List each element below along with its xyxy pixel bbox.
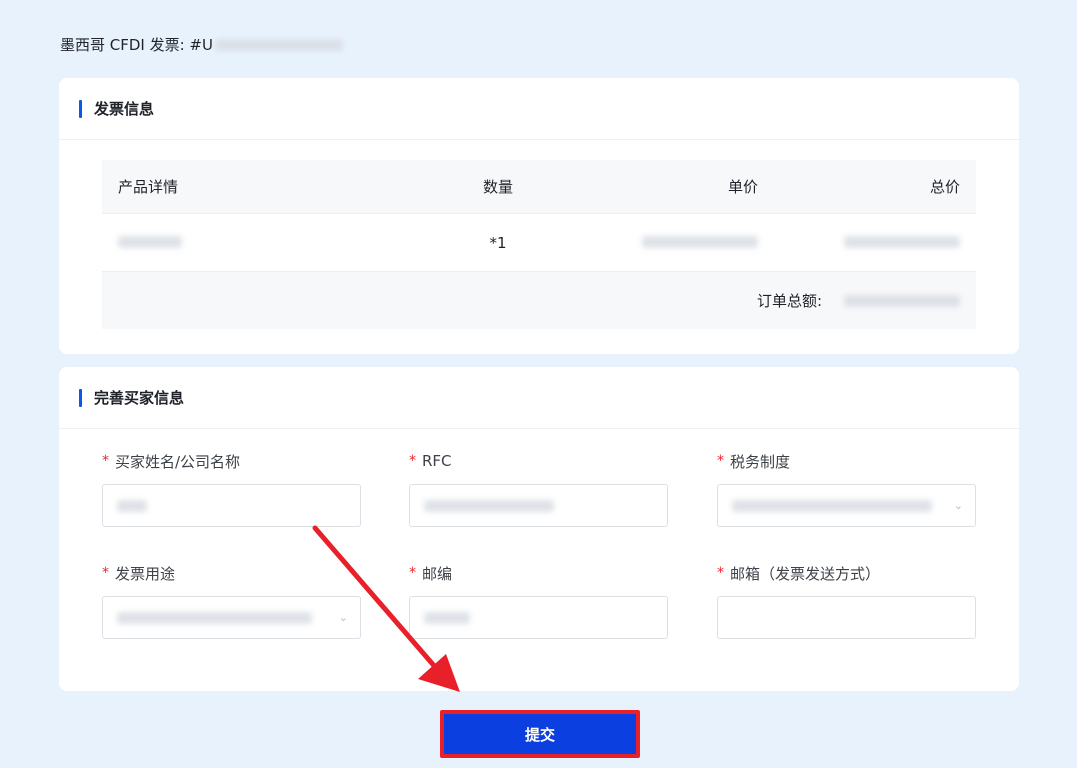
postal-code-label: 邮编 <box>422 564 453 583</box>
submit-button[interactable]: 提交 <box>440 710 640 758</box>
buyer-name-input[interactable] <box>102 484 361 527</box>
required-marker: * <box>409 453 416 469</box>
invoice-info-title: 发票信息 <box>94 100 155 118</box>
required-marker: * <box>409 565 416 581</box>
product-detail-cell <box>118 234 448 252</box>
column-header-total-price: 总价 <box>929 178 960 196</box>
email-field: * 邮箱（发票发送方式） <box>717 562 976 639</box>
postal-code-input[interactable] <box>409 596 668 639</box>
page-title-prefix: 墨西哥 CFDI 发票: # <box>60 36 203 54</box>
order-total-row: 订单总额: <box>102 272 976 329</box>
column-header-product: 产品详情 <box>118 178 179 196</box>
redacted-unit-price <box>642 235 758 248</box>
email-label: 邮箱（发票发送方式） <box>730 564 881 583</box>
tax-regime-field: * 税务制度 ⌄ <box>717 450 976 527</box>
redacted-postal-code <box>424 611 470 624</box>
required-marker: * <box>717 565 724 581</box>
section-accent-bar <box>79 388 82 407</box>
redacted-order-total <box>844 294 960 307</box>
rfc-field: * RFC <box>409 450 668 527</box>
table-row: *1 <box>102 214 976 272</box>
buyer-info-title: 完善买家信息 <box>94 389 185 407</box>
tax-regime-label: 税务制度 <box>730 452 791 471</box>
required-marker: * <box>717 453 724 469</box>
table-header-row: 产品详情 数量 单价 总价 <box>102 160 976 214</box>
invoice-use-label: 发票用途 <box>115 564 176 583</box>
invoice-info-header: 发票信息 <box>59 78 1019 140</box>
postal-code-field: * 邮编 <box>409 562 668 639</box>
buyer-info-header: 完善买家信息 <box>59 367 1019 429</box>
redacted-invoice-number <box>215 38 343 51</box>
order-total-label: 订单总额: <box>756 292 822 310</box>
redacted-total-price <box>844 235 960 248</box>
redacted-buyer-name <box>117 499 147 512</box>
rfc-label: RFC <box>422 452 452 470</box>
email-input[interactable] <box>717 596 976 639</box>
required-marker: * <box>102 453 109 469</box>
redacted-tax-regime <box>732 499 932 512</box>
tax-regime-select[interactable]: ⌄ <box>717 484 976 527</box>
invoice-use-select[interactable]: ⌄ <box>102 596 361 639</box>
section-accent-bar <box>79 99 82 118</box>
buyer-name-field: * 买家姓名/公司名称 <box>102 450 361 527</box>
chevron-down-icon: ⌄ <box>953 499 963 512</box>
redacted-rfc <box>424 499 554 512</box>
redacted-invoice-use <box>117 611 312 624</box>
buyer-info-card: 完善买家信息 * 买家姓名/公司名称 * RFC * 税务制度 ⌄ * 发票用途 ⌄ *… <box>59 367 1019 691</box>
quantity-cell: *1 <box>489 233 507 252</box>
invoice-number-prefix: U <box>202 35 213 54</box>
redacted-product-name <box>118 235 182 248</box>
total-price-cell <box>758 234 960 252</box>
column-header-unit-price: 单价 <box>727 178 758 196</box>
invoice-table: 产品详情 数量 单价 总价 *1 订单总额: <box>102 160 976 329</box>
page-title: 墨西哥 CFDI 发票: # U <box>60 34 343 55</box>
required-marker: * <box>102 565 109 581</box>
rfc-input[interactable] <box>409 484 668 527</box>
invoice-info-card: 发票信息 产品详情 数量 单价 总价 *1 订单总额: <box>59 78 1019 354</box>
invoice-use-field: * 发票用途 ⌄ <box>102 562 361 639</box>
buyer-name-label: 买家姓名/公司名称 <box>115 452 241 471</box>
column-header-quantity: 数量 <box>482 178 513 196</box>
chevron-down-icon: ⌄ <box>338 611 348 624</box>
unit-price-cell <box>548 234 758 252</box>
